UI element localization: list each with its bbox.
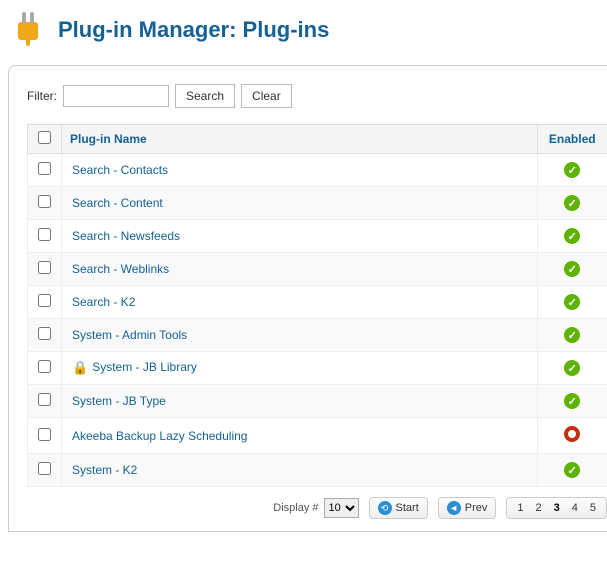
enabled-icon[interactable]: ✓ [564, 462, 580, 478]
table-row: System - K2 ✓ [28, 454, 607, 487]
row-checkbox[interactable] [38, 393, 51, 406]
plugin-link[interactable]: System - JB Type [72, 394, 166, 408]
row-checkbox[interactable] [38, 261, 51, 274]
table-row: Search - Contacts ✓ [28, 154, 607, 187]
row-checkbox[interactable] [38, 327, 51, 340]
row-checkbox[interactable] [38, 294, 51, 307]
plugin-link[interactable]: Search - Content [72, 196, 163, 210]
page-number[interactable]: 2 [530, 502, 548, 514]
table-row: Search - Newsfeeds ✓ [28, 220, 607, 253]
row-checkbox[interactable] [38, 360, 51, 373]
search-button[interactable]: Search [175, 84, 235, 108]
display-select[interactable]: 10 [324, 498, 359, 518]
plugin-link[interactable]: Search - K2 [72, 295, 135, 309]
plugin-link[interactable]: System - JB Library [92, 360, 197, 374]
display-count: Display # 10 [273, 498, 358, 518]
plug-icon [8, 8, 48, 51]
table-row: 🔒 System - JB Library ✓ [28, 352, 607, 385]
page-numbers: 12345 [506, 497, 607, 519]
plugin-link[interactable]: Search - Newsfeeds [72, 229, 180, 243]
page-number[interactable]: 1 [511, 502, 529, 514]
enabled-icon[interactable]: ✓ [564, 228, 580, 244]
enabled-icon[interactable]: ✓ [564, 360, 580, 376]
plugin-link[interactable]: System - Admin Tools [72, 328, 187, 342]
filter-label: Filter: [27, 89, 57, 103]
table-row: Search - Content ✓ [28, 187, 607, 220]
display-label: Display # [273, 502, 318, 514]
prev-button[interactable]: ◄ Prev [438, 497, 497, 519]
disabled-icon[interactable] [564, 426, 580, 442]
start-arrow-icon: ⟲ [378, 501, 392, 515]
clear-button[interactable]: Clear [241, 84, 292, 108]
enabled-icon[interactable]: ✓ [564, 195, 580, 211]
enabled-icon[interactable]: ✓ [564, 393, 580, 409]
filter-input[interactable] [63, 85, 169, 107]
start-label: Start [396, 502, 419, 514]
table-row: Search - Weblinks ✓ [28, 253, 607, 286]
page-header: Plug-in Manager: Plug-ins [8, 8, 607, 51]
pagination-footer: Display # 10 ⟲ Start ◄ Prev 12345 [27, 497, 607, 519]
page-number[interactable]: 3 [548, 502, 566, 514]
row-checkbox[interactable] [38, 462, 51, 475]
plugin-link[interactable]: System - K2 [72, 463, 137, 477]
select-all-checkbox[interactable] [38, 131, 51, 144]
plugin-link[interactable]: Search - Contacts [72, 163, 168, 177]
plugin-table: Plug-in Name Enabled Search - Contacts✓S… [27, 124, 607, 487]
row-checkbox[interactable] [38, 162, 51, 175]
plugin-link[interactable]: Search - Weblinks [72, 262, 169, 276]
row-checkbox[interactable] [38, 195, 51, 208]
row-checkbox[interactable] [38, 228, 51, 241]
table-row: System - Admin Tools ✓ [28, 319, 607, 352]
page-number[interactable]: 5 [584, 502, 602, 514]
filter-bar: Filter: Search Clear [27, 84, 607, 108]
enabled-icon[interactable]: ✓ [564, 162, 580, 178]
col-header-name[interactable]: Plug-in Name [62, 125, 538, 154]
lock-icon: 🔒 [72, 360, 88, 375]
table-row: Akeeba Backup Lazy Scheduling [28, 418, 607, 454]
enabled-icon[interactable]: ✓ [564, 261, 580, 277]
row-checkbox[interactable] [38, 428, 51, 441]
page-number[interactable]: 4 [566, 502, 584, 514]
prev-arrow-icon: ◄ [447, 501, 461, 515]
table-row: System - JB Type ✓ [28, 385, 607, 418]
col-header-check [28, 125, 62, 154]
enabled-icon[interactable]: ✓ [564, 294, 580, 310]
table-row: Search - K2 ✓ [28, 286, 607, 319]
page-title: Plug-in Manager: Plug-ins [58, 17, 329, 43]
prev-label: Prev [465, 502, 488, 514]
enabled-icon[interactable]: ✓ [564, 327, 580, 343]
plugin-link[interactable]: Akeeba Backup Lazy Scheduling [72, 429, 247, 443]
start-button[interactable]: ⟲ Start [369, 497, 428, 519]
col-header-enabled[interactable]: Enabled [537, 125, 607, 154]
